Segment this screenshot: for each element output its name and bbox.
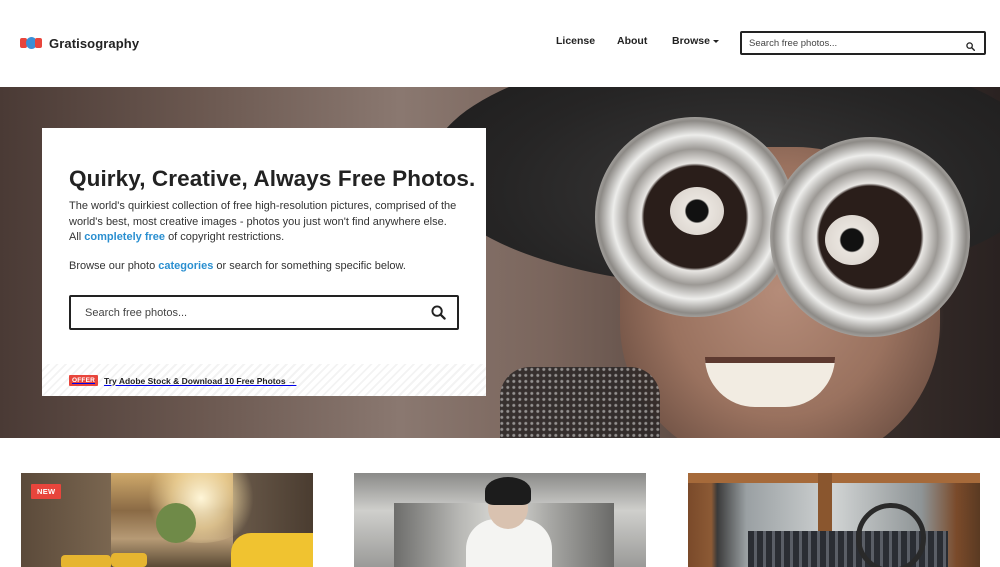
header-search-input[interactable] <box>749 36 949 50</box>
brand-name: Gratisography <box>49 35 140 51</box>
gallery-item[interactable] <box>354 473 646 567</box>
nav-license[interactable]: License <box>556 35 595 47</box>
hero-photo-eye-left <box>670 187 724 235</box>
offer-text: Try Adobe Stock & Download 10 Free Photo… <box>104 375 297 386</box>
hero-search-input[interactable] <box>85 306 405 320</box>
header-search-box <box>740 31 986 55</box>
browse-text-part-2: or search for something specific below. <box>216 260 406 272</box>
gallery-item[interactable] <box>688 473 980 567</box>
hero-photo-eye-right <box>825 215 879 265</box>
logo-icon <box>20 37 42 49</box>
intro-text: The world's quirkiest collection of free… <box>69 199 459 246</box>
nav-browse[interactable]: Browse <box>672 35 719 47</box>
page-title: Quirky, Creative, Always Free Photos. <box>69 166 476 191</box>
intro-text-part-2: of copyright restrictions. <box>168 231 285 243</box>
nav-about[interactable]: About <box>617 35 647 47</box>
hero-photo-jacket <box>500 367 660 438</box>
completely-free-link[interactable]: completely free <box>84 231 165 243</box>
search-icon[interactable] <box>966 38 975 56</box>
browse-text: Browse our photo categories or search fo… <box>69 260 406 272</box>
new-badge: NEW <box>31 484 62 499</box>
gallery-item[interactable]: NEW <box>21 473 313 567</box>
browse-text-part-1: Browse our photo <box>69 260 156 272</box>
nav-browse-label: Browse <box>672 35 710 47</box>
site-header: Gratisography License About Browse <box>0 0 1000 87</box>
brand-logo[interactable]: Gratisography <box>20 33 139 53</box>
caret-down-icon <box>712 39 719 43</box>
adobe-stock-offer-link[interactable]: OFFER Try Adobe Stock & Download 10 Free… <box>69 375 296 386</box>
search-icon[interactable] <box>431 305 446 325</box>
hero-card: Quirky, Creative, Always Free Photos. Th… <box>42 128 486 396</box>
hero-section: Quirky, Creative, Always Free Photos. Th… <box>0 87 1000 438</box>
hero-search-box <box>69 295 459 330</box>
offer-badge: OFFER <box>69 375 99 386</box>
categories-link[interactable]: categories <box>158 260 213 272</box>
